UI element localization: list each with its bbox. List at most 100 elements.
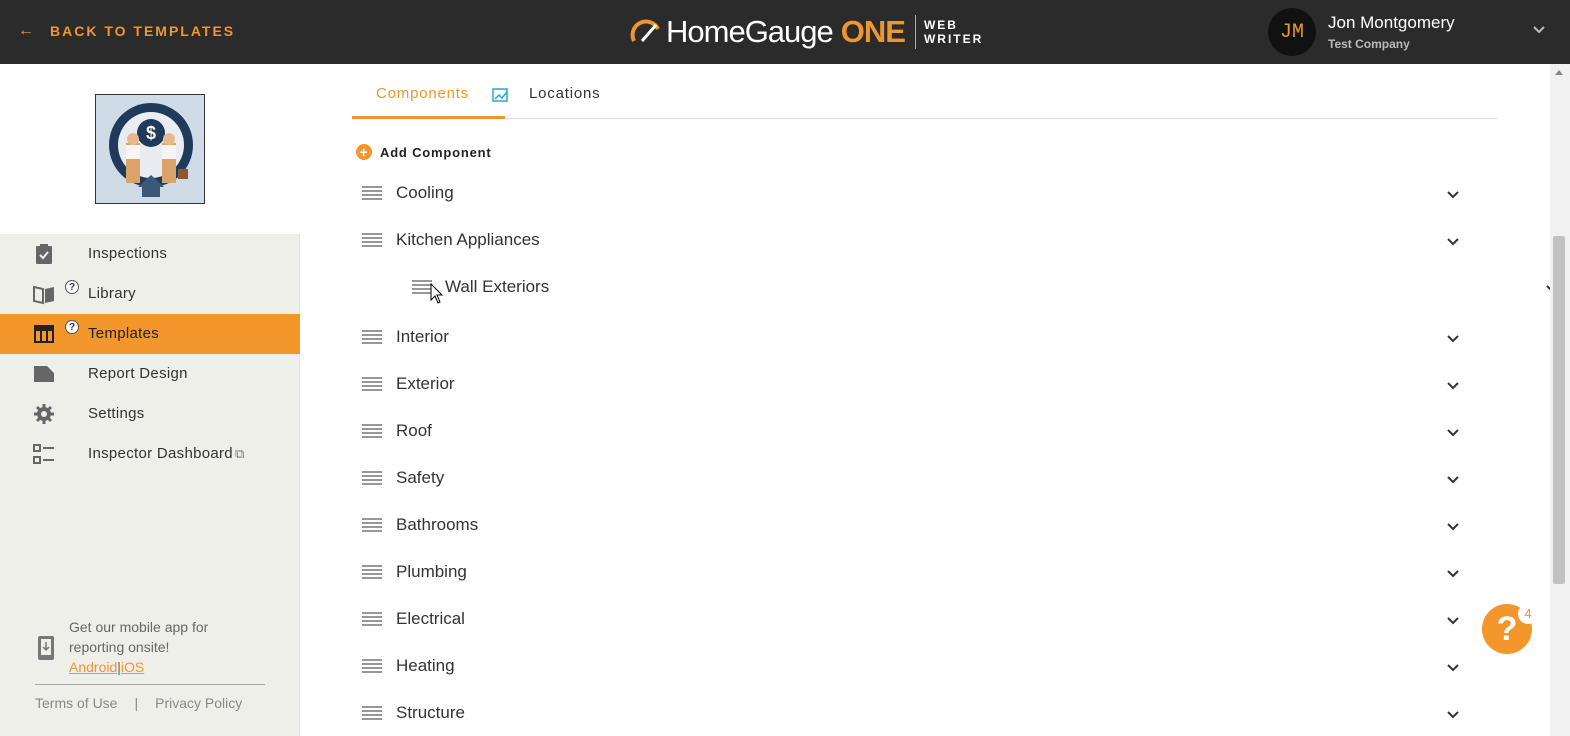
scroll-up-arrow-icon[interactable] xyxy=(1554,68,1564,76)
promo-line: Get our mobile app for xyxy=(69,619,209,635)
logo-divider xyxy=(914,15,916,49)
arrow-left-icon: ← xyxy=(18,22,34,39)
component-row[interactable]: Heating xyxy=(360,651,1460,681)
android-link[interactable]: Android xyxy=(69,659,117,675)
chevron-down-icon[interactable] xyxy=(1446,708,1460,722)
gauge-icon xyxy=(630,19,660,42)
component-label: Exterior xyxy=(396,374,455,393)
sidebar-item-library[interactable]: ? Library xyxy=(0,274,300,314)
phone-download-icon xyxy=(38,636,54,660)
drag-handle-icon[interactable] xyxy=(362,471,382,485)
sidebar-item-label: Inspector Dashboard ⧉ xyxy=(88,445,245,462)
component-row[interactable]: Wall Exteriors xyxy=(410,272,1558,302)
component-label: Wall Exteriors xyxy=(445,277,550,296)
mobile-app-promo: Get our mobile app for reporting onsite!… xyxy=(35,617,208,677)
sidebar-item-label: Library xyxy=(88,285,136,302)
component-row[interactable]: Plumbing xyxy=(360,557,1460,587)
plus-circle-icon: + xyxy=(356,144,372,160)
drag-handle-icon[interactable] xyxy=(362,424,382,438)
drag-handle-icon[interactable] xyxy=(362,659,382,673)
chevron-down-icon[interactable] xyxy=(1446,379,1460,393)
list-icon xyxy=(33,444,54,464)
ios-link[interactable]: iOS xyxy=(121,659,144,675)
terms-of-use-link[interactable]: Terms of Use xyxy=(35,695,117,711)
help-badge: 4 xyxy=(1518,604,1538,624)
brand-one: ONE xyxy=(840,14,906,49)
privacy-policy-link[interactable]: Privacy Policy xyxy=(155,695,242,711)
component-row[interactable]: Exterior xyxy=(360,369,1460,399)
component-row[interactable]: Structure xyxy=(360,698,1460,728)
component-label: Roof xyxy=(396,421,432,440)
component-row[interactable]: Bathrooms xyxy=(360,510,1460,540)
chevron-down-icon[interactable] xyxy=(1446,235,1460,249)
sidebar-item-report-design[interactable]: Report Design xyxy=(0,354,300,394)
drag-handle-icon[interactable] xyxy=(362,565,382,579)
help-circle-icon[interactable]: ? xyxy=(65,280,79,294)
back-to-templates-link[interactable]: ← BACK TO TEMPLATES xyxy=(18,22,235,40)
sidebar-item-inspector-dashboard[interactable]: Inspector Dashboard ⧉ xyxy=(0,434,300,474)
component-label: Cooling xyxy=(396,183,454,202)
sidebar-item-label: Templates xyxy=(88,325,160,342)
scroll-thumb[interactable] xyxy=(1553,236,1565,584)
component-label: Plumbing xyxy=(396,562,467,581)
user-company: Test Company xyxy=(1328,37,1410,51)
add-component-label: Add Component xyxy=(380,144,492,160)
chevron-down-icon[interactable] xyxy=(1446,520,1460,534)
promo-text: Get our mobile app for reporting onsite!… xyxy=(69,617,208,677)
chevron-down-icon[interactable] xyxy=(1446,661,1460,675)
writer-label: WRITER xyxy=(923,32,984,46)
drag-handle-icon[interactable] xyxy=(362,518,382,532)
drag-handle-icon[interactable] xyxy=(362,233,382,247)
chevron-down-icon[interactable] xyxy=(1446,188,1460,202)
chevron-down-icon[interactable] xyxy=(1446,567,1460,581)
drag-handle-icon[interactable] xyxy=(412,280,432,294)
chevron-down-icon[interactable] xyxy=(1446,614,1460,628)
component-row[interactable]: Roof xyxy=(360,416,1460,446)
external-link-icon: ⧉ xyxy=(234,446,245,461)
help-circle-icon[interactable]: ? xyxy=(65,320,79,334)
sidebar-item-label: Report Design xyxy=(88,365,188,382)
sidebar-item-label: Settings xyxy=(88,405,145,422)
drag-handle-icon[interactable] xyxy=(362,612,382,626)
company-logo-image: $ xyxy=(96,95,204,203)
component-row[interactable]: Interior xyxy=(360,322,1460,352)
book-icon xyxy=(33,285,54,305)
component-row[interactable]: Kitchen Appliances xyxy=(360,225,1460,255)
chevron-down-icon[interactable] xyxy=(1446,332,1460,346)
chevron-down-icon[interactable] xyxy=(1446,473,1460,487)
main-content: Components Locations + Add Component Coo… xyxy=(300,64,1558,736)
sidebar-item-settings[interactable]: Settings xyxy=(0,394,300,434)
folder-icon xyxy=(34,366,54,382)
component-row[interactable]: Cooling xyxy=(360,178,1460,208)
drag-handle-icon[interactable] xyxy=(362,706,382,720)
mouse-cursor-icon xyxy=(430,283,444,304)
component-row[interactable]: Safety xyxy=(360,463,1460,493)
sidebar-item-inspections[interactable]: Inspections xyxy=(0,234,300,274)
drag-handle-icon[interactable] xyxy=(362,377,382,391)
image-edit-icon[interactable] xyxy=(492,87,510,103)
tab-components[interactable]: Components xyxy=(376,85,469,102)
avatar: JM xyxy=(1268,8,1316,56)
component-label: Kitchen Appliances xyxy=(396,230,540,249)
svg-text:$: $ xyxy=(146,123,156,143)
drag-handle-icon[interactable] xyxy=(362,186,382,200)
user-info: Jon Montgomery Test Company xyxy=(1328,13,1455,51)
tab-locations[interactable]: Locations xyxy=(529,85,600,102)
add-component-button[interactable]: + Add Component xyxy=(356,144,492,160)
sidebar: $ Inspections ? Library ? Templates Repo… xyxy=(0,64,300,736)
company-logo-area: $ xyxy=(0,64,300,234)
drag-handle-icon[interactable] xyxy=(362,330,382,344)
component-label: Interior xyxy=(396,327,449,346)
user-name: Jon Montgomery xyxy=(1328,13,1455,32)
component-label: Structure xyxy=(396,703,465,722)
sidebar-item-templates[interactable]: ? Templates xyxy=(0,314,300,354)
clipboard-check-icon xyxy=(36,244,52,264)
gear-icon xyxy=(34,404,54,424)
chevron-down-icon[interactable] xyxy=(1446,426,1460,440)
chevron-down-icon[interactable] xyxy=(1531,22,1547,38)
back-label: BACK TO TEMPLATES xyxy=(50,23,236,39)
user-menu[interactable]: JM Jon Montgomery Test Company xyxy=(1268,8,1455,56)
scrollbar[interactable] xyxy=(1550,64,1570,736)
web-label: WEB xyxy=(923,18,958,32)
component-row[interactable]: Electrical xyxy=(360,604,1460,634)
